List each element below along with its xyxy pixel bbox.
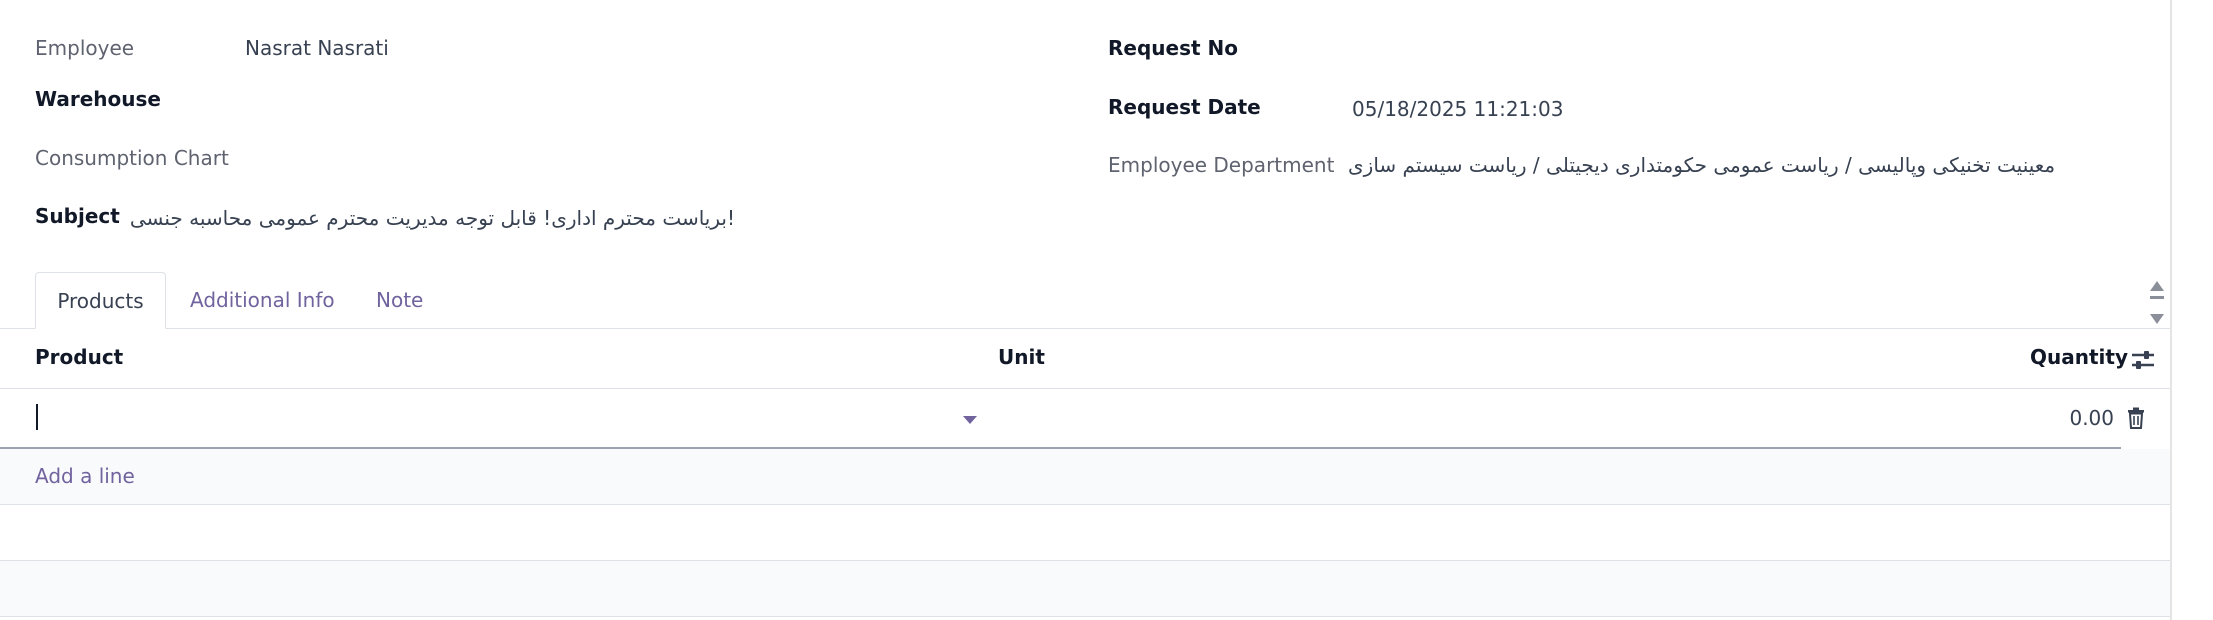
triangle-down-icon[interactable]: [2149, 310, 2165, 329]
column-header-product[interactable]: Product: [35, 345, 123, 369]
unit-input[interactable]: [998, 400, 1898, 434]
column-header-quantity[interactable]: Quantity: [2030, 345, 2128, 369]
row-divider: [0, 616, 2170, 617]
sheet-border: [2170, 0, 2172, 620]
product-input[interactable]: [35, 400, 975, 434]
employee-department-field[interactable]: معینیت تخنیکی وپالیسی / ریاست عمومی حکوم…: [1348, 153, 2070, 177]
add-line-row: [0, 449, 2170, 504]
column-header-unit[interactable]: Unit: [998, 345, 1045, 369]
warehouse-field[interactable]: [245, 87, 1045, 115]
caret-down-icon[interactable]: [963, 416, 977, 424]
add-a-line-link[interactable]: Add a line: [35, 464, 135, 488]
request-date-label: Request Date: [1108, 95, 1261, 119]
sliders-icon[interactable]: [2130, 348, 2156, 376]
consumption-chart-label: Consumption Chart: [35, 146, 229, 170]
request-date-field[interactable]: 05/18/2025 11:21:03: [1352, 97, 1563, 121]
request-no-label: Request No: [1108, 36, 1238, 60]
form-sheet: Employee Nasrat Nasrati Warehouse Consum…: [0, 0, 2170, 620]
scroll-thumb[interactable]: [2150, 296, 2164, 299]
row-divider: [0, 504, 2170, 505]
tab-products[interactable]: Products: [35, 272, 166, 329]
header-divider: [0, 388, 2170, 389]
form-view: Employee Nasrat Nasrati Warehouse Consum…: [0, 0, 2213, 620]
quantity-input[interactable]: 0.00: [2040, 406, 2114, 430]
tab-note[interactable]: Note: [376, 272, 423, 329]
subject-label: Subject: [35, 204, 120, 228]
employee-label: Employee: [35, 36, 135, 60]
employee-field[interactable]: Nasrat Nasrati: [245, 36, 389, 60]
subject-field[interactable]: !بریاست محترم اداری! قابل توجه مدیریت مح…: [130, 206, 735, 230]
empty-row: [0, 561, 2170, 616]
request-no-field: [1352, 36, 2052, 64]
employee-department-label: Employee Department: [1108, 153, 1335, 177]
triangle-up-icon[interactable]: [2149, 277, 2165, 296]
tab-additional-info[interactable]: Additional Info: [190, 272, 335, 329]
consumption-chart-field[interactable]: [245, 146, 1045, 174]
trash-icon[interactable]: [2127, 407, 2145, 433]
warehouse-label: Warehouse: [35, 87, 161, 111]
